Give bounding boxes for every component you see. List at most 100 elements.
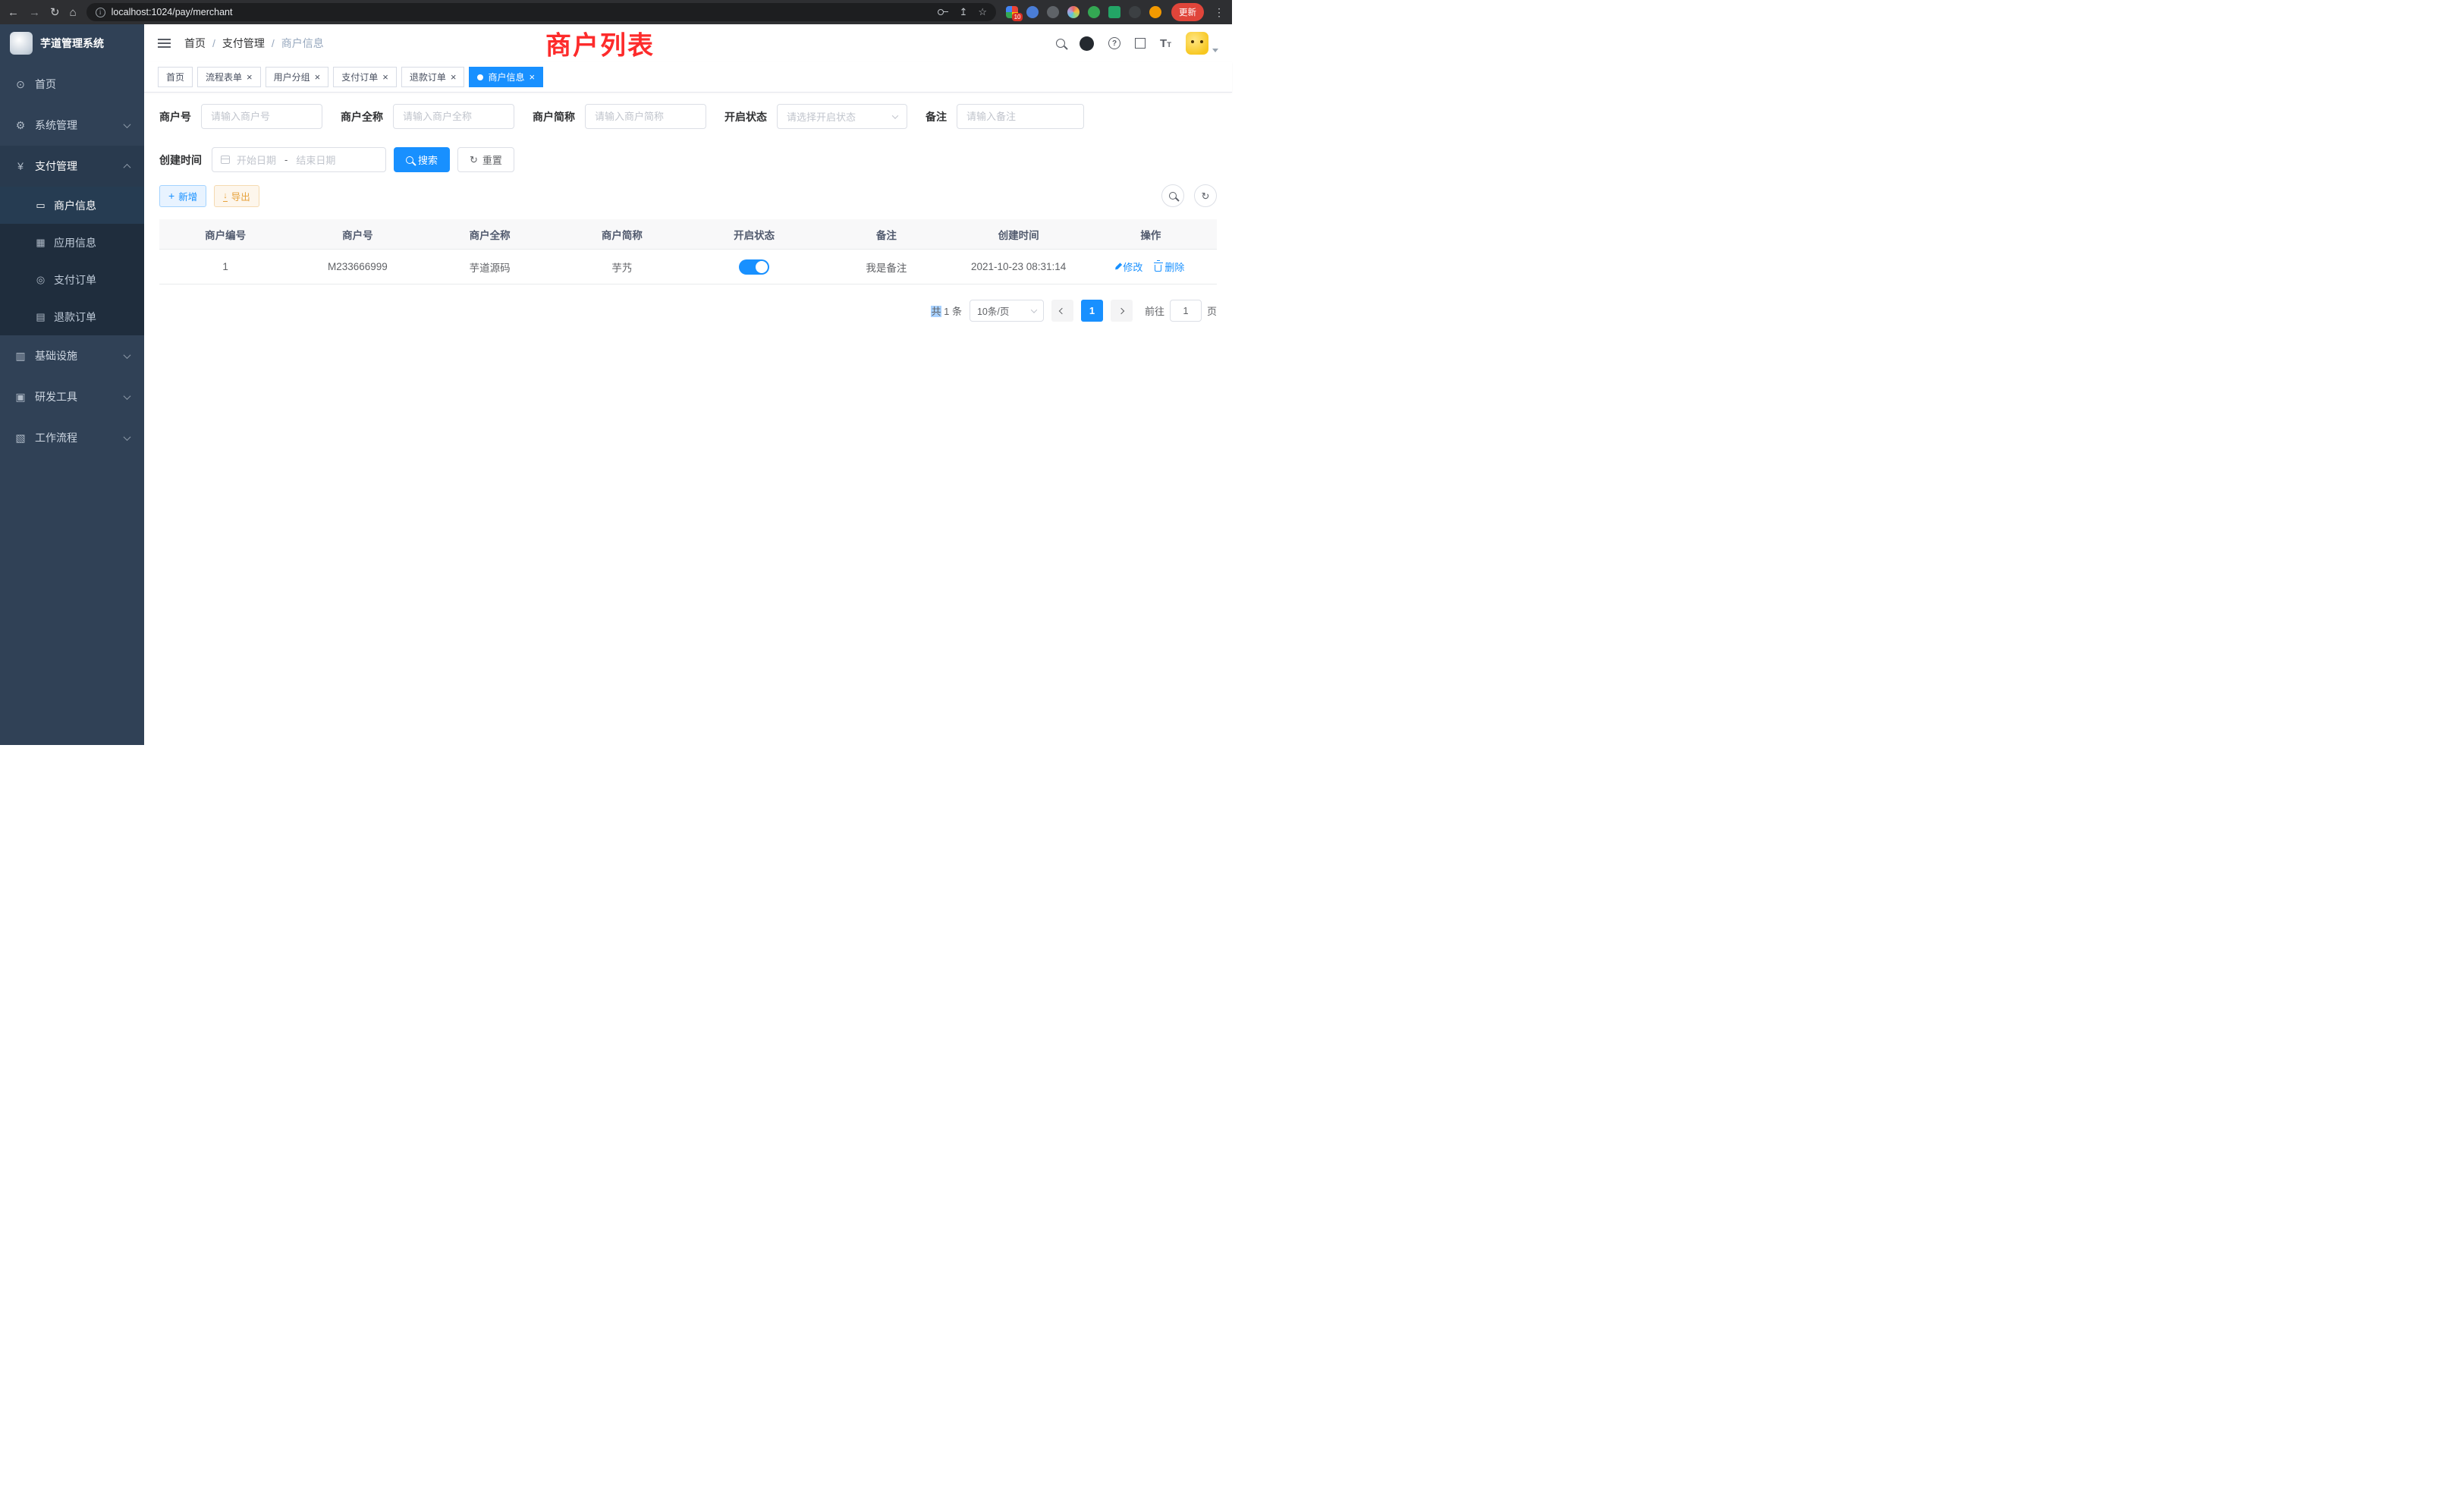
breadcrumb-payment[interactable]: 支付管理 [222,36,265,51]
close-icon[interactable] [529,72,535,82]
workflow-icon: ▧ [14,432,27,445]
font-size-icon[interactable] [1160,37,1171,50]
total-count: 共 1 条 [931,303,961,318]
tab-process-form[interactable]: 流程表单 [197,67,261,87]
goto-page-input[interactable] [1170,300,1202,322]
extension-icon[interactable] [1088,6,1100,18]
table-toolbar: 新增 导出 [144,172,1232,215]
col-full-name: 商户全称 [424,227,556,242]
extension-icon[interactable] [1149,6,1161,18]
url-bar[interactable]: i localhost:1024/pay/merchant ↥ ☆ [86,3,996,21]
reload-icon[interactable]: ↻ [50,7,60,18]
short-name-input[interactable] [585,104,706,129]
search-icon[interactable] [1056,39,1065,48]
status-label: 开启状态 [724,109,767,124]
extension-icon[interactable] [1129,6,1141,18]
sidebar-item-workflow[interactable]: ▧ 工作流程 [0,417,144,458]
close-icon[interactable] [451,72,457,82]
github-icon[interactable] [1080,36,1094,51]
browser-toolbar: ← → ↻ ⌂ i localhost:1024/pay/merchant ↥ … [0,0,1232,24]
tab-refund-orders[interactable]: 退款订单 [401,67,465,87]
tab-home[interactable]: 首页 [158,67,193,87]
breadcrumb-current: 商户信息 [281,36,324,51]
sidebar-item-merchant-info[interactable]: ▭ 商户信息 [0,187,144,224]
prev-page-button[interactable] [1051,300,1073,322]
breadcrumb-separator [272,37,275,49]
site-info-icon[interactable]: i [96,8,105,17]
chevron-down-icon [1031,306,1037,313]
forward-icon[interactable]: → [29,7,40,18]
sidebar-item-home[interactable]: ⊙ 首页 [0,64,144,105]
goto-label: 前往 [1145,303,1164,318]
full-name-input[interactable] [393,104,514,129]
chevron-down-icon [124,433,131,441]
status-toggle[interactable] [739,259,769,275]
extension-icon[interactable] [1026,6,1039,18]
search-button[interactable]: 搜索 [394,147,450,172]
password-key-icon[interactable] [938,6,948,17]
delete-button[interactable]: 删除 [1155,259,1184,274]
close-icon[interactable] [315,72,321,82]
sidebar-item-infrastructure[interactable]: ▥ 基础设施 [0,335,144,376]
edit-icon [1114,262,1123,271]
url-text[interactable]: localhost:1024/pay/merchant [112,7,932,17]
hamburger-icon[interactable] [158,42,171,44]
extension-icon[interactable] [1067,6,1080,18]
bookmark-star-icon[interactable]: ☆ [978,6,987,18]
back-icon[interactable]: ← [8,7,19,18]
end-date-placeholder: 结束日期 [296,152,335,167]
refresh-table-button[interactable] [1194,184,1217,207]
remark-input[interactable] [957,104,1084,129]
sidebar-item-app-info[interactable]: ▦ 应用信息 [0,224,144,261]
extensions-puzzle-icon[interactable]: 10 [1006,6,1018,18]
sidebar-item-payment[interactable]: ¥ 支付管理 [0,146,144,187]
pagination: 共 1 条 10条/页 1 前往 页 [144,284,1232,337]
full-name-label: 商户全称 [341,109,383,124]
status-select[interactable]: 请选择开启状态 [777,104,907,129]
add-button[interactable]: 新增 [159,185,206,207]
sidebar-item-system[interactable]: ⚙ 系统管理 [0,105,144,146]
user-menu[interactable] [1186,32,1218,55]
extension-icon[interactable] [1108,6,1120,18]
close-icon[interactable] [247,72,253,82]
home-icon[interactable]: ⌂ [70,7,77,18]
create-time-range-picker[interactable]: 开始日期 - 结束日期 [212,147,386,172]
search-icon [1169,192,1177,200]
merchant-no-input[interactable] [201,104,322,129]
help-icon[interactable] [1108,37,1120,49]
chevron-down-icon [124,392,131,400]
tab-merchant-info[interactable]: 商户信息 [469,67,543,87]
next-page-button[interactable] [1111,300,1133,322]
app-title: 芋道管理系统 [40,36,104,51]
tab-user-group[interactable]: 用户分组 [266,67,329,87]
browser-menu-icon[interactable]: ⋮ [1214,6,1224,19]
page-annotation: 商户列表 [545,25,655,62]
tab-payment-orders[interactable]: 支付订单 [333,67,397,87]
close-icon[interactable] [382,72,388,82]
chevron-down-icon [124,121,131,128]
main-content: 首页 支付管理 商户信息 商户列表 首页 流程表单 [144,24,1232,745]
fullscreen-icon[interactable] [1135,38,1146,49]
sidebar-item-payment-orders[interactable]: ◎ 支付订单 [0,261,144,298]
browser-update-button[interactable]: 更新 [1171,3,1204,21]
reset-button[interactable]: 重置 [457,147,514,172]
cell-remark: 我是备注 [820,259,952,275]
col-merchant-id: 商户编号 [159,227,291,242]
edit-button[interactable]: 修改 [1117,259,1142,274]
sidebar-item-refund-orders[interactable]: ▤ 退款订单 [0,298,144,335]
plus-icon [168,190,174,202]
sidebar-logo[interactable]: 芋道管理系统 [0,24,144,62]
app-header: 首页 支付管理 商户信息 商户列表 [144,24,1232,62]
sidebar-item-dev-tools[interactable]: ▣ 研发工具 [0,376,144,417]
table-row: 1 M233666999 芋道源码 芋艿 我是备注 2021-10-23 08:… [159,250,1217,284]
page-number-button[interactable]: 1 [1081,300,1103,322]
create-time-label: 创建时间 [159,152,202,168]
share-icon[interactable]: ↥ [959,6,967,18]
col-remark: 备注 [820,227,952,242]
toggle-search-button[interactable] [1161,184,1184,207]
page-size-select[interactable]: 10条/页 [970,300,1044,322]
export-button[interactable]: 导出 [214,185,259,207]
extension-icon[interactable] [1047,6,1059,18]
col-status: 开启状态 [688,227,820,242]
breadcrumb-home[interactable]: 首页 [184,36,206,51]
